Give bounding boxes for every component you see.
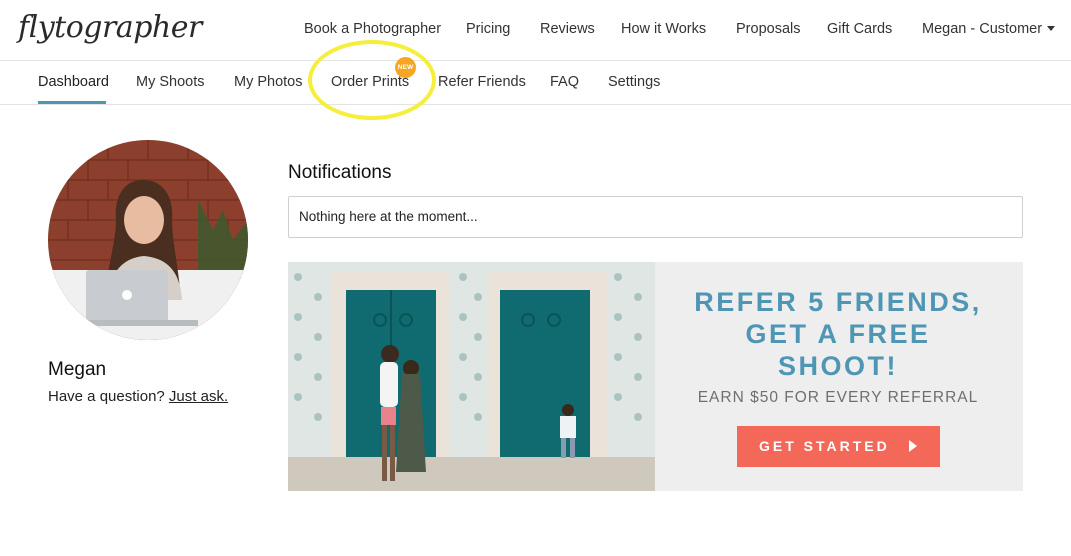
top-header: flytographer Book a Photographer Pricing…	[0, 0, 1071, 61]
referral-headline: REFER 5 FRIENDS, GET A FREE SHOOT!	[668, 286, 1008, 382]
flytographer-logo[interactable]: flytographer	[18, 10, 202, 45]
profile-name: Megan	[48, 359, 107, 380]
notifications-panel: Nothing here at the moment...	[288, 196, 1023, 238]
just-ask-link[interactable]: Just ask.	[169, 388, 228, 405]
play-arrow-icon	[909, 440, 917, 452]
caret-down-icon	[1047, 26, 1056, 31]
headline-line-3: SHOOT!	[778, 351, 898, 381]
nav-pricing[interactable]: Pricing	[466, 21, 510, 37]
profile-photo	[48, 140, 248, 340]
nav-gift-cards[interactable]: Gift Cards	[827, 21, 892, 37]
nav-proposals[interactable]: Proposals	[736, 21, 800, 37]
help-prompt: Have a question? Just ask.	[48, 388, 228, 405]
active-tab-indicator	[38, 101, 106, 104]
headline-line-1: REFER 5 FRIENDS,	[694, 287, 982, 317]
referral-banner: REFER 5 FRIENDS, GET A FREE SHOOT! EARN …	[288, 262, 1023, 491]
banner-photo	[288, 262, 655, 491]
avatar	[48, 140, 248, 340]
account-menu[interactable]: Megan - Customer	[922, 21, 1056, 37]
account-menu-label: Megan - Customer	[922, 21, 1043, 37]
tab-my-photos[interactable]: My Photos	[234, 74, 303, 90]
nav-reviews[interactable]: Reviews	[540, 21, 595, 37]
dashboard-subnav: Dashboard My Shoots My Photos Order Prin…	[0, 61, 1071, 105]
headline-line-2: GET A FREE	[745, 319, 931, 349]
notifications-heading: Notifications	[288, 162, 392, 183]
tab-faq[interactable]: FAQ	[550, 74, 579, 90]
nav-book-a-photographer[interactable]: Book a Photographer	[304, 21, 441, 37]
highlight-circle	[308, 40, 436, 120]
tab-settings[interactable]: Settings	[608, 74, 660, 90]
help-prompt-text: Have a question?	[48, 388, 165, 405]
referral-subtext: EARN $50 FOR EVERY REFERRAL	[697, 389, 979, 406]
tab-dashboard[interactable]: Dashboard	[38, 74, 109, 90]
tab-my-shoots[interactable]: My Shoots	[136, 74, 205, 90]
tab-refer-friends[interactable]: Refer Friends	[438, 74, 526, 90]
get-started-label: GET STARTED	[759, 438, 890, 454]
nav-how-it-works[interactable]: How it Works	[621, 21, 706, 37]
get-started-button[interactable]: GET STARTED	[737, 426, 940, 467]
